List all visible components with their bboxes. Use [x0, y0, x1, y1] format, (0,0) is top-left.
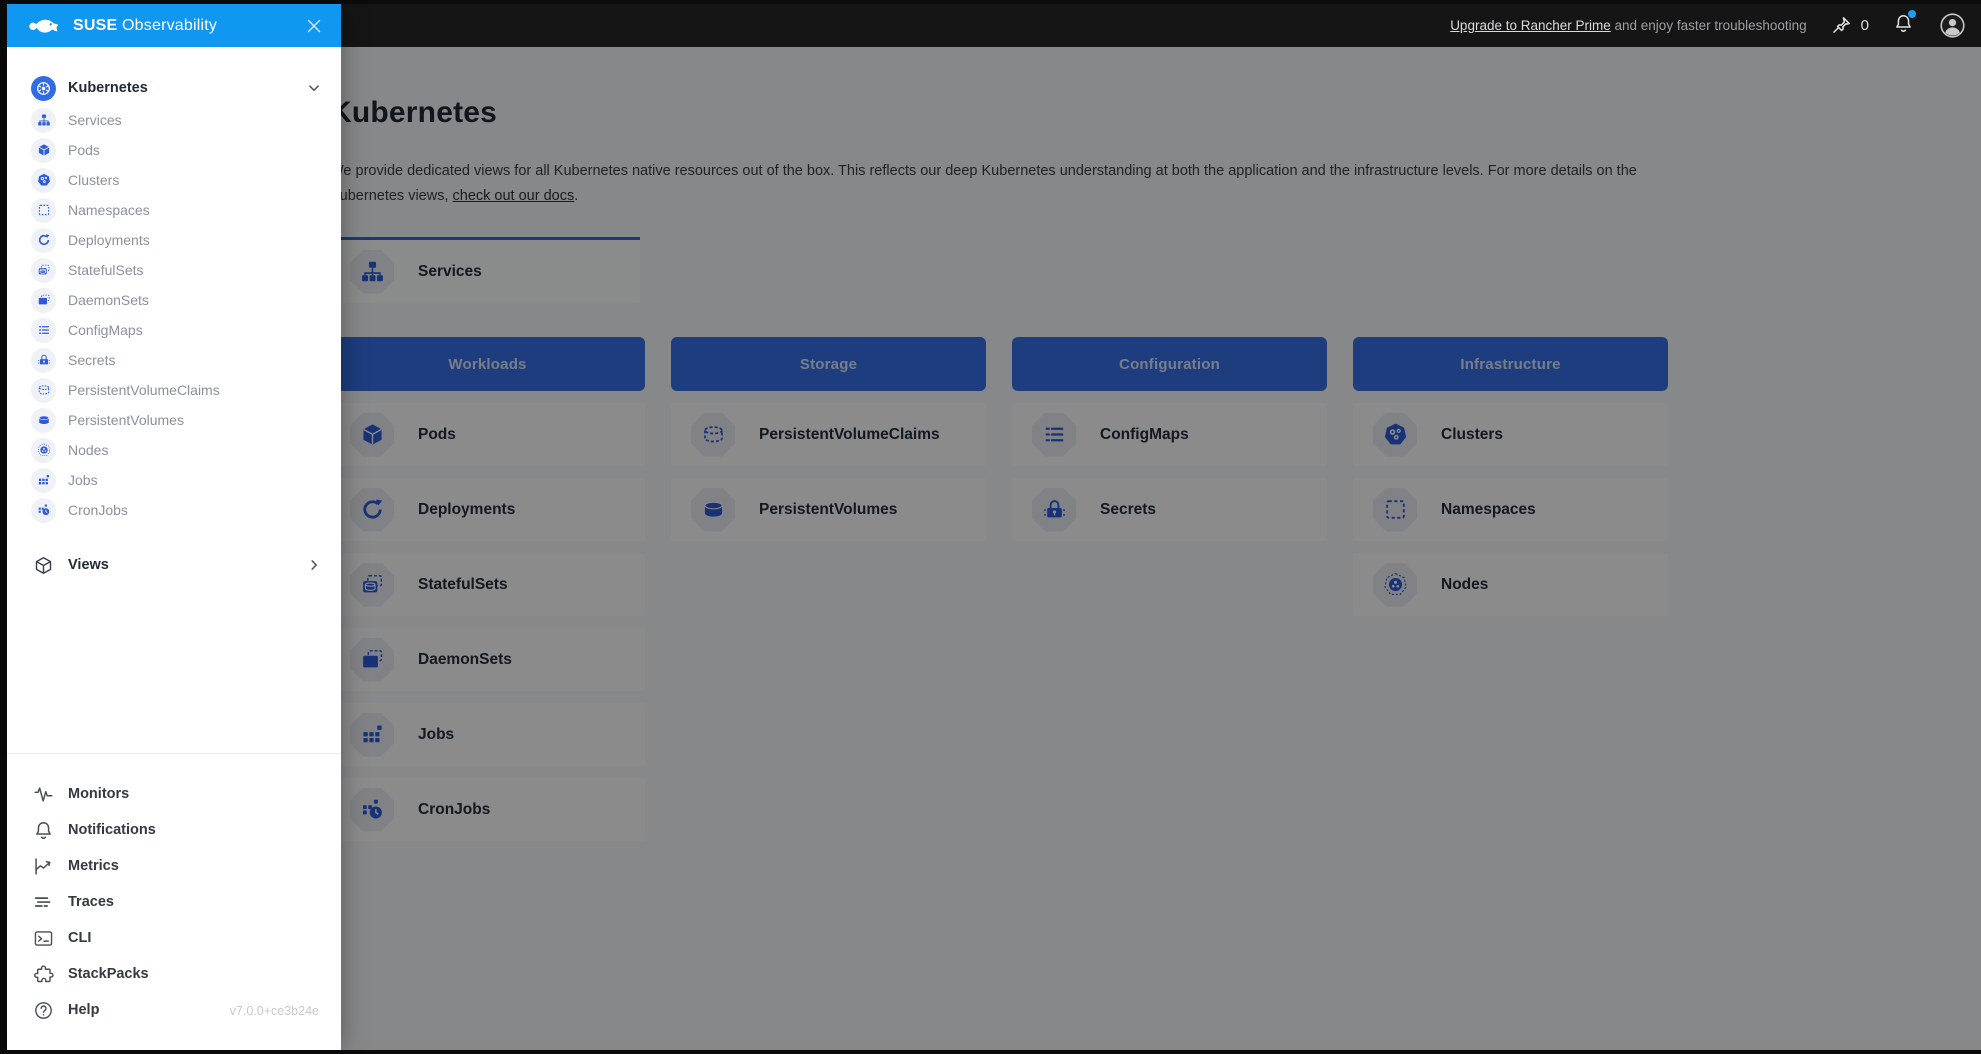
drawer-nav: Kubernetes Services Pods Clusters Namespace…	[7, 47, 341, 753]
notifications-button[interactable]	[1893, 13, 1914, 39]
brand-title: SUSE Observability	[73, 17, 217, 35]
upgrade-message-rest: and enjoy faster troubleshooting	[1611, 18, 1807, 33]
sidebar-item-cli[interactable]: CLI	[7, 920, 341, 956]
namespaces-icon	[31, 198, 56, 223]
services-icon	[31, 108, 56, 133]
sidebar-item-label: Pods	[68, 142, 100, 158]
notification-dot	[1908, 10, 1916, 18]
cronjobs-icon	[31, 498, 56, 523]
sidebar-item-label: Services	[68, 112, 122, 128]
sidebar-item-label: Deployments	[68, 232, 150, 248]
views-icon	[31, 553, 56, 578]
chevron-right-icon	[305, 556, 323, 574]
sidebar-item-statefulsets[interactable]: StatefulSets	[7, 255, 341, 285]
sidebar-item-nodes[interactable]: Nodes	[7, 435, 341, 465]
sidebar-item-label: Metrics	[68, 858, 119, 874]
daemonsets-icon	[31, 288, 56, 313]
clusters-icon	[31, 168, 56, 193]
sidebar-item-stackpacks[interactable]: StackPacks	[7, 956, 341, 992]
sidebar-item-configmaps[interactable]: ConfigMaps	[7, 315, 341, 345]
secrets-icon	[31, 348, 56, 373]
sidebar-item-monitors[interactable]: Monitors	[7, 776, 341, 812]
drawer-bottom-nav: Monitors Notifications Metrics Traces CLI Sta…	[7, 754, 341, 1050]
sidebar-item-label: Traces	[68, 894, 114, 910]
drawer-header: SUSE Observability	[7, 4, 341, 47]
sidebar-item-jobs[interactable]: Jobs	[7, 465, 341, 495]
user-avatar[interactable]	[1938, 11, 1967, 40]
sidebar-item-secrets[interactable]: Secrets	[7, 345, 341, 375]
configmaps-icon	[31, 318, 56, 343]
help-icon	[33, 1000, 54, 1021]
chevron-down-icon	[305, 79, 323, 97]
sidebar-item-label: DaemonSets	[68, 292, 149, 308]
traces-icon	[33, 892, 54, 913]
stackpacks-icon	[33, 964, 54, 985]
persistentvolumes-icon	[31, 408, 56, 433]
sidebar-item-label: Nodes	[68, 442, 108, 458]
pods-icon	[31, 138, 56, 163]
sidebar-item-persistentvolumes[interactable]: PersistentVolumes	[7, 405, 341, 435]
sidebar-item-notifications[interactable]: Notifications	[7, 812, 341, 848]
nodes-icon	[31, 438, 56, 463]
sidebar-item-label: Namespaces	[68, 202, 150, 218]
sidebar-item-deployments[interactable]: Deployments	[7, 225, 341, 255]
sidebar-item-persistentvolumeclaims[interactable]: PersistentVolumeClaims	[7, 375, 341, 405]
sidebar-item-label: Jobs	[68, 472, 98, 488]
sidebar-item-label: StackPacks	[68, 966, 149, 982]
kubernetes-icon	[31, 76, 56, 101]
persistentvolumeclaims-icon	[31, 378, 56, 403]
statefulsets-icon	[31, 258, 56, 283]
bell-icon	[33, 820, 54, 841]
sidebar-item-daemonsets[interactable]: DaemonSets	[7, 285, 341, 315]
sidebar-item-label: Notifications	[68, 822, 156, 838]
navigation-drawer: SUSE Observability Kubernetes Services Po…	[7, 4, 341, 1050]
sidebar-item-label: CronJobs	[68, 502, 128, 518]
upgrade-message: Upgrade to Rancher Prime and enjoy faste…	[1450, 18, 1806, 33]
sidebar-item-label: Monitors	[68, 786, 129, 802]
metrics-icon	[33, 856, 54, 877]
sidebar-item-label: PersistentVolumes	[68, 412, 184, 428]
pin-count: 0	[1861, 17, 1869, 34]
sidebar-item-clusters[interactable]: Clusters	[7, 165, 341, 195]
sidebar-item-label: CLI	[68, 930, 91, 946]
sidebar-item-traces[interactable]: Traces	[7, 884, 341, 920]
version-label: v7.0.0+ce3b24e	[230, 1004, 319, 1018]
upgrade-link[interactable]: Upgrade to Rancher Prime	[1450, 18, 1611, 33]
sidebar-item-label: Secrets	[68, 352, 115, 368]
sidebar-item-namespaces[interactable]: Namespaces	[7, 195, 341, 225]
sidebar-item-label: PersistentVolumeClaims	[68, 382, 220, 398]
pinned-views-button[interactable]: 0	[1831, 15, 1869, 36]
sidebar-item-services[interactable]: Services	[7, 105, 341, 135]
sidebar-item-cronjobs[interactable]: CronJobs	[7, 495, 341, 525]
brand: SUSE Observability	[25, 14, 303, 38]
deployments-icon	[31, 228, 56, 253]
suse-logo-icon	[25, 14, 65, 38]
sidebar-item-label: Views	[68, 557, 305, 573]
sidebar-item-label: StatefulSets	[68, 262, 144, 278]
jobs-icon	[31, 468, 56, 493]
cli-icon	[33, 928, 54, 949]
sidebar-item-metrics[interactable]: Metrics	[7, 848, 341, 884]
sidebar-item-label: Clusters	[68, 172, 119, 188]
sidebar-item-label: Help	[68, 1002, 99, 1018]
monitors-icon	[33, 784, 54, 805]
pin-icon	[1831, 15, 1852, 36]
sidebar-item-label: Kubernetes	[68, 80, 305, 96]
close-icon[interactable]	[303, 15, 325, 37]
sidebar-item-pods[interactable]: Pods	[7, 135, 341, 165]
sidebar-item-kubernetes[interactable]: Kubernetes	[7, 71, 341, 105]
sidebar-item-label: ConfigMaps	[68, 322, 143, 338]
sidebar-item-views[interactable]: Views	[7, 548, 341, 582]
